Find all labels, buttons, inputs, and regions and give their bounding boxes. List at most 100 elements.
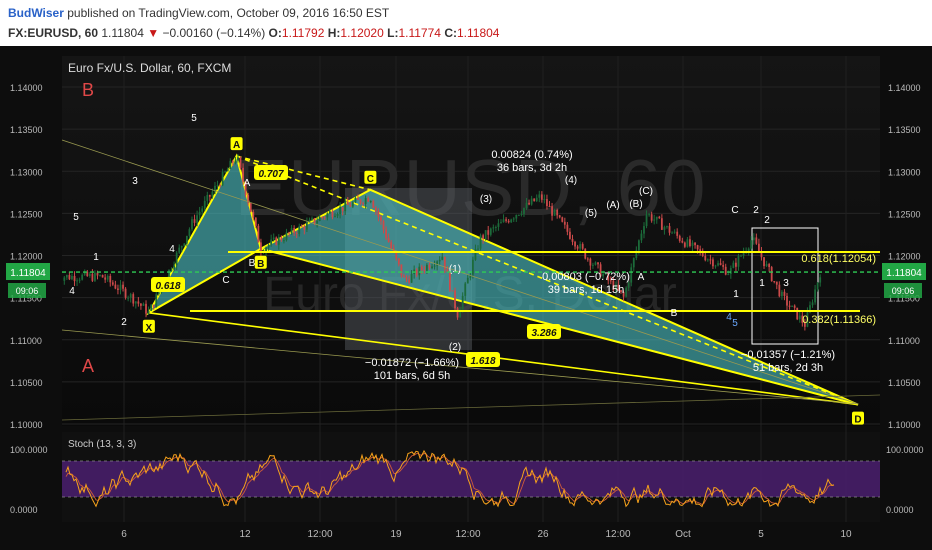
price-tick-right: 1.10500 — [888, 378, 921, 388]
wave-label: (3) — [480, 194, 492, 205]
stoch-tick-left: 0.0000 — [10, 505, 38, 515]
candle-body — [643, 226, 645, 234]
candle-body — [740, 255, 742, 257]
stoch-title: Stoch (13, 3, 3) — [68, 439, 136, 450]
ratio-label: 1.618 — [470, 356, 495, 367]
candle-body — [758, 243, 760, 252]
candle-body — [668, 226, 671, 233]
candle-body — [203, 200, 206, 209]
wave-label: C — [222, 275, 229, 286]
candle-body — [773, 281, 776, 283]
point-label-X: X — [146, 323, 153, 334]
candle-body — [290, 228, 293, 234]
candle-body — [530, 198, 533, 205]
candle-body — [553, 210, 556, 216]
candle-body — [132, 294, 135, 304]
candle-body — [224, 171, 227, 173]
candle-body — [502, 219, 505, 223]
wave-label: 4 — [169, 244, 175, 255]
candle-body — [451, 290, 454, 292]
candle-body — [466, 277, 469, 284]
candle-body — [632, 258, 635, 268]
candle-body — [798, 315, 801, 320]
wave-label: (5) — [585, 208, 597, 219]
candle-body — [816, 282, 819, 290]
wave-label: 3 — [783, 278, 789, 289]
price-tick-right: 1.11000 — [888, 336, 920, 346]
candle-body — [768, 264, 771, 268]
candle-body — [193, 219, 196, 223]
candle-body — [346, 201, 349, 205]
candle-body — [689, 239, 691, 247]
candle-body — [696, 245, 699, 250]
measure-bars: 51 bars, 2d 3h — [753, 362, 823, 374]
candle-body — [732, 262, 735, 268]
measure-bars: 101 bars, 6d 5h — [374, 370, 450, 382]
candle-body — [479, 235, 482, 249]
wave-label: 3 — [132, 176, 138, 187]
candle-body — [683, 242, 686, 247]
candle-body — [428, 264, 431, 269]
candle-body — [104, 277, 107, 280]
measure-bars: 36 bars, 3d 2h — [497, 162, 567, 174]
candle-body — [676, 231, 679, 236]
candle-body — [323, 217, 326, 219]
candle-body — [397, 258, 400, 265]
candle-body — [109, 275, 112, 283]
candle-body — [201, 208, 204, 212]
candle-body — [239, 157, 242, 168]
point-label-C: C — [367, 174, 374, 185]
candle-body — [76, 280, 78, 282]
price-tick-left: 1.14000 — [10, 83, 43, 93]
candle-body — [704, 255, 707, 261]
wave-label: B — [249, 258, 256, 269]
stoch-tick-left: 100.0000 — [10, 445, 48, 455]
candle-body — [438, 259, 441, 262]
wave-label: A — [244, 178, 251, 189]
price-tick-right: 1.13500 — [888, 125, 921, 135]
candle-body — [456, 308, 459, 318]
measure-value: −0.01872 (−1.66%) — [365, 357, 459, 369]
candle-body — [566, 224, 569, 232]
candle-body — [229, 160, 232, 170]
candle-body — [357, 198, 359, 200]
candle-body — [576, 246, 579, 249]
candle-body — [500, 222, 502, 224]
candle-body — [170, 269, 173, 271]
candle-body — [252, 212, 255, 218]
candle-body — [729, 267, 732, 274]
wave-label: 5 — [732, 318, 738, 329]
wave-label: B — [671, 308, 678, 319]
candle-body — [630, 267, 633, 283]
candle-body — [336, 213, 339, 216]
candle-body — [663, 227, 666, 230]
time-tick: 19 — [390, 529, 402, 540]
candle-body — [351, 202, 354, 207]
candle-body — [249, 203, 252, 213]
candle-body — [208, 194, 211, 197]
wave-label: 5 — [73, 212, 79, 223]
candle-body — [796, 307, 799, 320]
candle-body — [390, 242, 393, 249]
candle-body — [431, 266, 433, 269]
candle-body — [556, 210, 559, 216]
wave-label: (C) — [639, 186, 653, 197]
candle-body — [111, 282, 114, 285]
candle-body — [423, 269, 426, 271]
candle-body — [520, 213, 523, 215]
fib-label: 0.382(1.11366) — [802, 314, 876, 326]
candle-body — [78, 279, 81, 281]
candle-body — [454, 290, 456, 309]
chart-canvas[interactable]: EURUSD, 60 Euro Fx/U.S. Dollar XABCD0.61… — [0, 0, 932, 550]
candle-body — [778, 284, 781, 297]
candle-body — [548, 205, 551, 207]
candle-body — [505, 219, 507, 221]
candle-body — [400, 264, 403, 276]
candle-body — [221, 172, 224, 186]
candle-body — [780, 291, 783, 297]
measure-bars: 39 bars, 1d 15h — [548, 284, 624, 296]
candle-body — [285, 232, 288, 241]
candle-body — [183, 243, 186, 246]
candle-body — [655, 216, 658, 220]
candle-body — [510, 219, 513, 223]
